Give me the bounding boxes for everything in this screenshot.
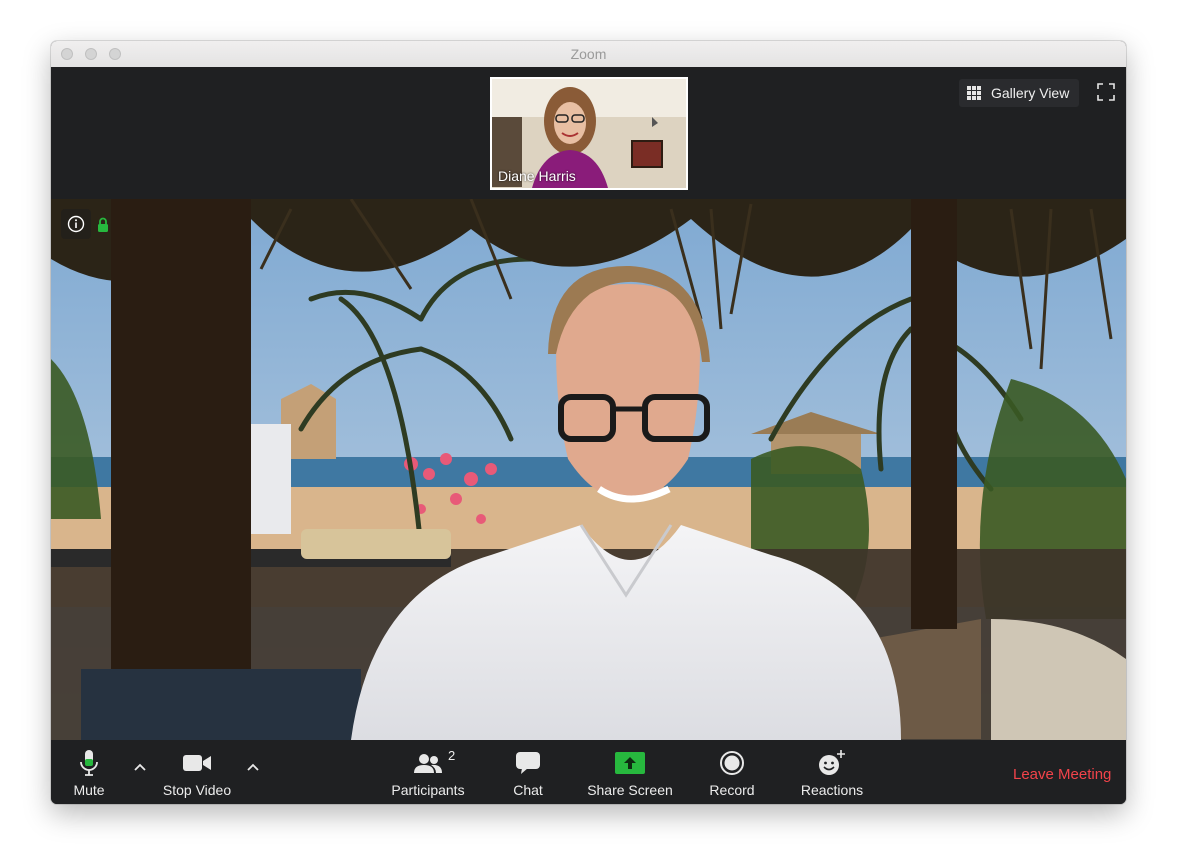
grid-icon bbox=[967, 86, 981, 100]
share-screen-label: Share Screen bbox=[587, 782, 673, 798]
gallery-view-label: Gallery View bbox=[991, 85, 1070, 101]
window-title: Zoom bbox=[570, 46, 607, 62]
thumbnail-name: Diane Harris bbox=[498, 168, 576, 184]
video-options-chevron-up-icon[interactable] bbox=[246, 762, 260, 772]
chat-label: Chat bbox=[513, 782, 543, 798]
title-bar: Zoom bbox=[51, 41, 1126, 68]
share-screen-button[interactable]: Share Screen bbox=[584, 748, 676, 798]
stop-video-button[interactable]: Stop Video bbox=[157, 748, 237, 798]
video-camera-icon bbox=[183, 755, 211, 771]
audio-options-chevron-up-icon[interactable] bbox=[133, 762, 147, 772]
reactions-button[interactable]: Reactions bbox=[798, 748, 866, 798]
thumbnail-strip: Diane Harris Gallery View bbox=[51, 67, 1126, 199]
meeting-info-button[interactable] bbox=[61, 209, 91, 239]
participants-button[interactable]: Participants bbox=[386, 748, 470, 798]
meeting-controls-toolbar: Mute Stop Video Participants 2 Chat Shar… bbox=[51, 740, 1126, 804]
gallery-view-button[interactable]: Gallery View bbox=[959, 79, 1080, 107]
participant-thumbnail[interactable]: Diane Harris bbox=[490, 77, 688, 190]
zoom-window: Zoom Diane Harris Gallery View Mute Stop… bbox=[51, 41, 1126, 804]
microphone-icon bbox=[80, 750, 98, 776]
mute-label: Mute bbox=[73, 782, 105, 798]
stop-video-label: Stop Video bbox=[162, 782, 232, 798]
chat-bubble-icon bbox=[516, 752, 540, 774]
record-button[interactable]: Record bbox=[708, 748, 756, 798]
active-speaker-video bbox=[51, 199, 1126, 740]
record-label: Record bbox=[709, 782, 755, 798]
reactions-label: Reactions bbox=[800, 782, 864, 798]
participants-icon bbox=[414, 754, 442, 773]
record-icon bbox=[720, 751, 744, 775]
fullscreen-icon[interactable] bbox=[1096, 82, 1116, 102]
speaker-video-frame bbox=[51, 199, 1126, 740]
encryption-lock-icon[interactable] bbox=[97, 217, 109, 233]
chat-button[interactable]: Chat bbox=[508, 748, 548, 798]
mute-button[interactable]: Mute bbox=[69, 748, 109, 798]
participants-count: 2 bbox=[448, 748, 456, 763]
reactions-smiley-icon bbox=[819, 750, 845, 775]
share-screen-icon bbox=[615, 752, 645, 774]
info-icon bbox=[67, 215, 85, 233]
participants-label: Participants bbox=[391, 782, 465, 798]
leave-meeting-button[interactable]: Leave Meeting bbox=[1013, 766, 1111, 783]
